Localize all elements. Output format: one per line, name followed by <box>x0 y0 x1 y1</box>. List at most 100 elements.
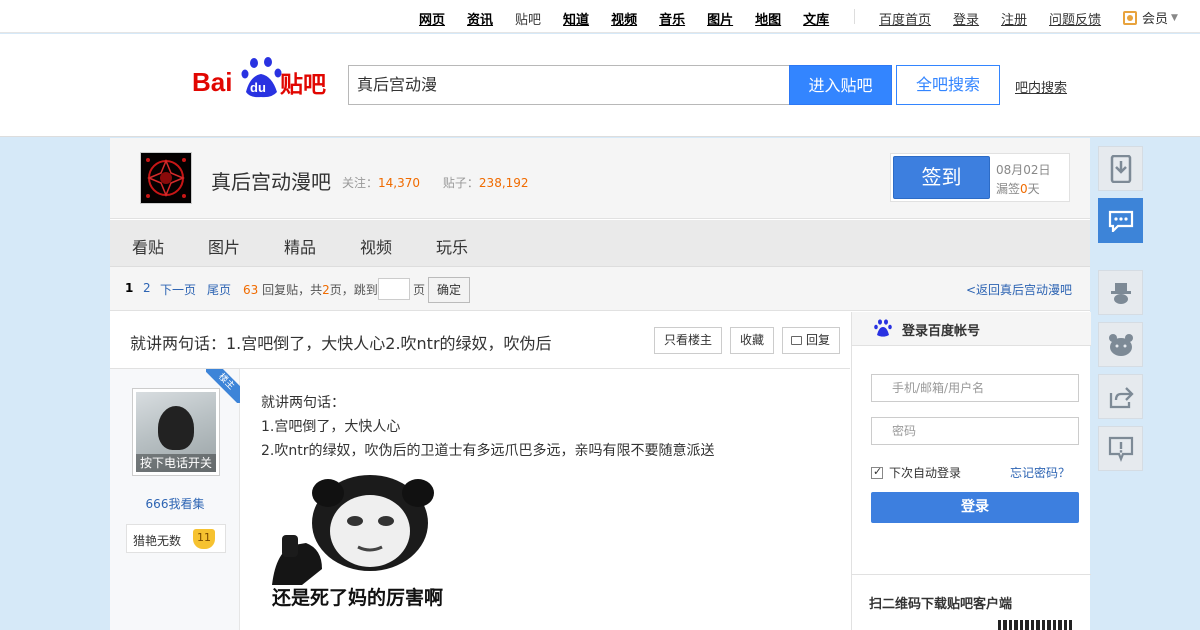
forum-header: 真后宫动漫吧 关注：14,370 贴子：238,192 签到 08月02日 漏签… <box>110 138 1090 219</box>
member-label: 会员 <box>1142 12 1169 27</box>
remember-label: 下次自动登录 <box>889 466 962 480</box>
top-nav-bar: 网页 资讯 贴吧 知道 视频 音乐 图片 地图 文库 百度首页 登录 注册 问题… <box>0 0 1200 33</box>
magician-icon <box>1110 282 1131 304</box>
posts-label: 贴子： <box>442 176 479 190</box>
search-input[interactable]: 真后宫动漫 <box>348 65 790 105</box>
login-title: 登录百度帐号 <box>902 324 981 339</box>
tab-fun[interactable]: 玩乐 <box>436 234 468 258</box>
sidebar-divider <box>852 574 1091 575</box>
login-button[interactable]: 登录 <box>871 492 1079 523</box>
all-forum-search-button[interactable]: 全吧搜索 <box>896 65 1000 105</box>
page-current: 1 <box>125 281 134 295</box>
svg-text:du: du <box>250 80 266 95</box>
sign-in-button[interactable]: 签到 <box>893 156 990 199</box>
share-button[interactable] <box>1098 374 1143 419</box>
tab-images[interactable]: 图片 <box>208 234 240 258</box>
forum-avatar[interactable] <box>140 152 192 204</box>
avatar-figure <box>158 406 194 450</box>
reply-label: 回复 <box>806 333 831 347</box>
nav-web[interactable]: 网页 <box>419 9 445 28</box>
feedback-link[interactable]: 问题反馈 <box>1049 9 1101 28</box>
username-field[interactable]: 手机/邮箱/用户名 <box>871 374 1079 402</box>
reply-button[interactable]: 回复 <box>782 327 841 354</box>
total-pages: 2 <box>322 283 330 297</box>
forgot-password-link[interactable]: 忘记密码？ <box>1010 464 1070 481</box>
nav-wenku[interactable]: 文库 <box>803 9 829 28</box>
summary-a: 回复贴，共 <box>262 283 323 297</box>
nav-images[interactable]: 图片 <box>707 9 733 28</box>
jump-confirm-button[interactable]: 确定 <box>428 277 470 303</box>
thread-title: 就讲两句话：1.宫吧倒了，大快人心2.吹ntr的绿奴，吹伪后 <box>130 334 552 353</box>
password-field[interactable]: 密码 <box>871 417 1079 445</box>
missed-unit: 天 <box>1027 182 1040 196</box>
member-level-badge[interactable]: 猎艳无数 11 <box>126 524 226 553</box>
summary-b: 页，跳到 <box>329 283 378 297</box>
enter-forum-button[interactable]: 进入贴吧 <box>789 65 892 105</box>
last-page-link[interactable]: 尾页 <box>207 281 231 298</box>
register-link[interactable]: 注册 <box>1001 9 1027 28</box>
author-name-link[interactable]: 666我看集 <box>110 495 240 512</box>
missed-days: 漏签0天 <box>996 180 1040 197</box>
next-page-link[interactable]: 下一页 <box>160 281 196 298</box>
only-op-button[interactable]: 只看楼主 <box>654 327 723 354</box>
forum-emblem-icon <box>143 155 189 201</box>
member-menu[interactable]: 会员 ▼ <box>1123 8 1178 27</box>
download-app-button[interactable] <box>1098 146 1143 191</box>
baidu-tieba-logo[interactable]: Bai du 贴吧 <box>192 54 332 104</box>
chat-button[interactable] <box>1098 198 1143 243</box>
search-header: Bai du 贴吧 真后宫动漫 进入贴吧 全吧搜索 吧内搜索 <box>0 34 1200 137</box>
nav-video[interactable]: 视频 <box>611 9 637 28</box>
back-to-forum-link[interactable]: <返回真后宫动漫吧 <box>966 281 1072 298</box>
forum-tabs: 看贴 图片 精品 视频 玩乐 <box>110 220 1090 267</box>
tab-featured[interactable]: 精品 <box>284 234 316 258</box>
level-title: 猎艳无数 <box>133 534 182 548</box>
bear-button[interactable] <box>1098 322 1143 367</box>
page-unit: 页 <box>413 283 426 297</box>
post-line-1: 就讲两句话： <box>261 395 345 411</box>
baidu-home-link[interactable]: 百度首页 <box>879 9 931 28</box>
favorite-button[interactable]: 收藏 <box>730 327 775 354</box>
forum-stats: 关注：14,370 贴子：238,192 <box>342 174 529 191</box>
member-icon <box>1123 10 1137 25</box>
missed-count: 0 <box>1020 182 1028 196</box>
remember-me[interactable]: 下次自动登录 <box>871 464 961 481</box>
follow-count: 14,370 <box>378 176 421 190</box>
bear-icon <box>1108 333 1133 356</box>
nav-news[interactable]: 资讯 <box>467 9 493 28</box>
jump-page-input[interactable] <box>378 278 410 300</box>
nav-music[interactable]: 音乐 <box>659 9 685 28</box>
avatar-image: 按下电话开关 <box>136 392 216 472</box>
page-2-link[interactable]: 2 <box>143 281 151 295</box>
in-forum-search-link[interactable]: 吧内搜索 <box>1015 77 1067 96</box>
reply-count: 63 <box>243 283 259 297</box>
follow-label: 关注： <box>342 176 379 190</box>
post-line-2: 1.宫吧倒了，大快人心 <box>261 419 401 435</box>
missed-label: 漏签 <box>996 182 1021 196</box>
svg-text:贴吧: 贴吧 <box>280 72 326 98</box>
avatar[interactable]: 按下电话开关 <box>132 388 220 476</box>
baidu-paw-icon <box>874 319 892 337</box>
magic-button[interactable] <box>1098 270 1143 315</box>
tab-video[interactable]: 视频 <box>360 234 392 258</box>
account-links: 百度首页 登录 注册 问题反馈 <box>879 9 1123 28</box>
tab-view-posts[interactable]: 看贴 <box>132 234 164 258</box>
post-line-3: 2.吹ntr的绿奴，吹伪后的卫道士有多远爪巴多远，亲吗有限不要随意派送 <box>261 443 715 459</box>
avatar-caption: 按下电话开关 <box>136 454 216 472</box>
sign-date: 08月02日 <box>996 163 1051 177</box>
qr-download-title: 扫二维码下载贴吧客户端 <box>869 597 1013 612</box>
qr-code <box>998 620 1072 630</box>
chat-icon <box>1108 210 1133 232</box>
report-button[interactable] <box>1098 426 1143 471</box>
product-nav: 网页 资讯 贴吧 知道 视频 音乐 图片 地图 文库 <box>419 9 851 28</box>
login-link[interactable]: 登录 <box>953 9 979 28</box>
comment-icon <box>791 336 802 345</box>
nav-map[interactable]: 地图 <box>755 9 781 28</box>
remember-checkbox[interactable] <box>871 465 883 479</box>
post-content: 就讲两句话： 1.宫吧倒了，大快人心 2.吹ntr的绿奴，吹伪后的卫道士有多远爪… <box>261 391 714 463</box>
nav-tieba: 贴吧 <box>515 13 542 28</box>
nav-zhidao[interactable]: 知道 <box>563 9 589 28</box>
sign-in-box: 签到 08月02日 漏签0天 <box>890 153 1070 202</box>
report-icon <box>1108 436 1133 462</box>
reply-summary: 63 回复贴，共2页，跳到 <box>243 281 378 298</box>
login-sidebar: 登录百度帐号 手机/邮箱/用户名 密码 下次自动登录 忘记密码？ 登录 扫二维码… <box>851 312 1091 630</box>
